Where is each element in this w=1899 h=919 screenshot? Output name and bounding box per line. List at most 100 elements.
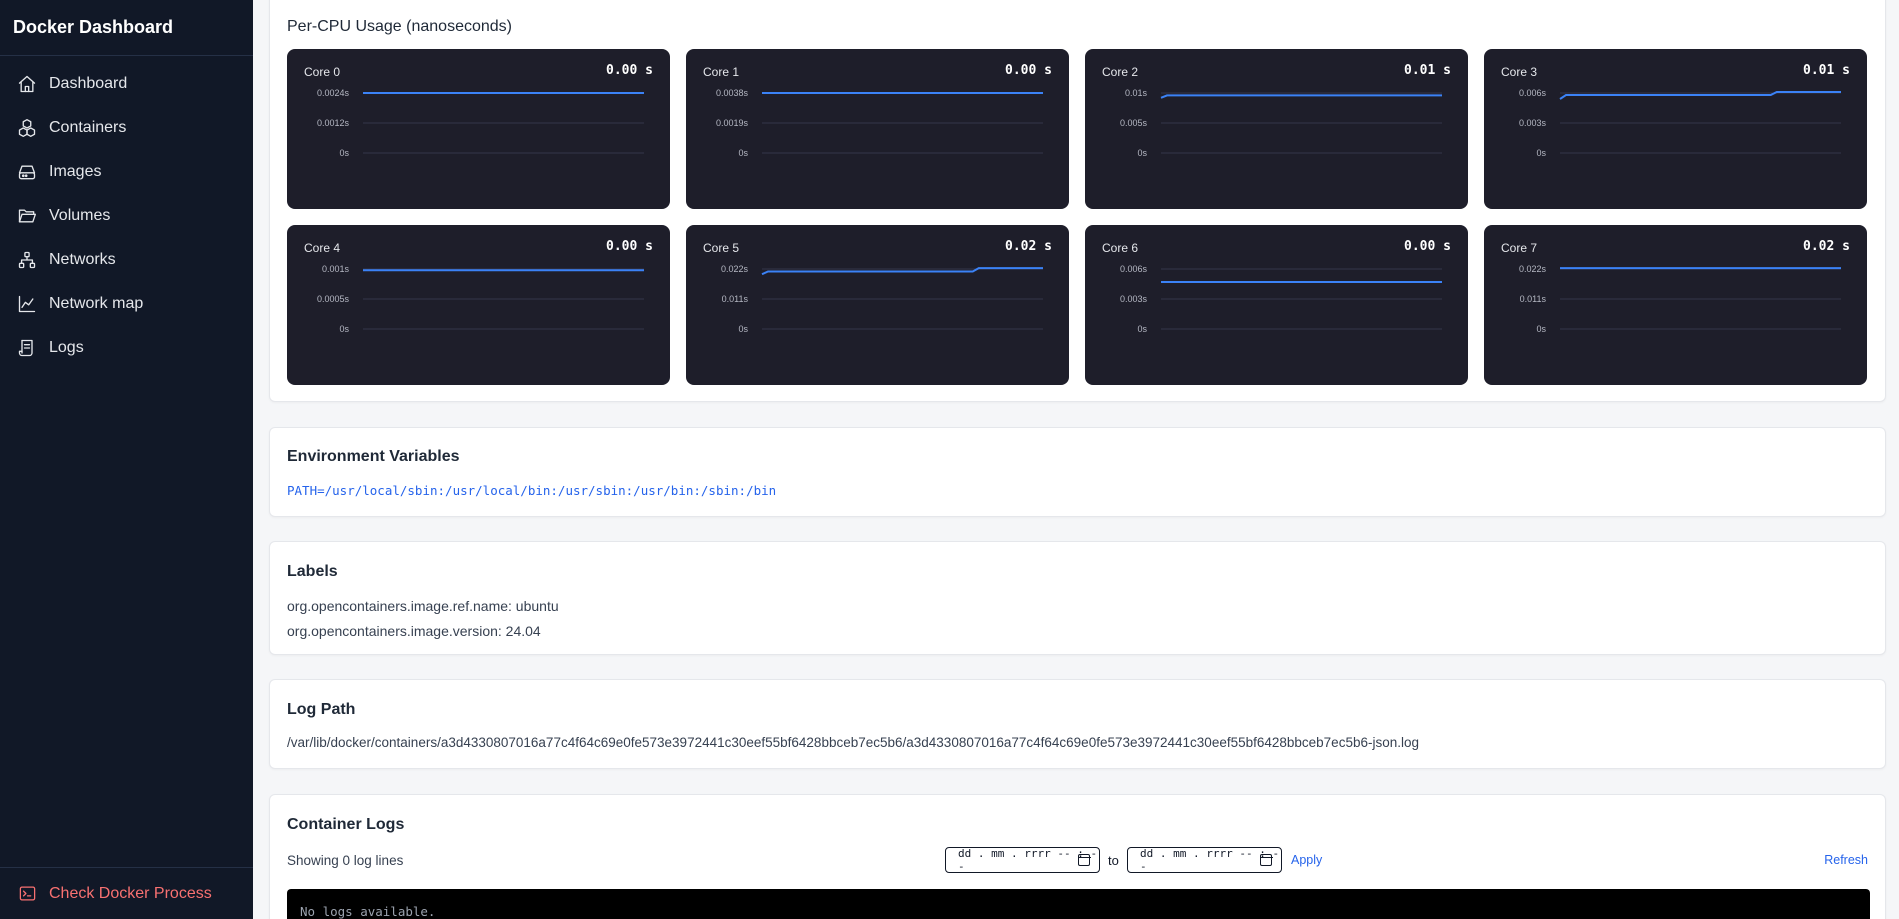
core-grid: Core 0 0.00 s 0.0024s 0.0012s 0s Core 1 0.00 s… xyxy=(287,49,1870,385)
y-tick-label: 0s xyxy=(738,148,748,158)
terminal-icon xyxy=(19,886,36,901)
core-panel: Core 7 0.02 s 0.022s 0.011s 0s xyxy=(1484,225,1867,385)
cpu-usage-title: Per-CPU Usage (nanoseconds) xyxy=(287,18,512,35)
label-item: org.opencontainers.image.version: 24.04 xyxy=(287,623,541,639)
sidebar-item-label: Logs xyxy=(49,339,84,356)
y-tick-label: 0.0005s xyxy=(317,294,350,304)
y-tick-label: 0s xyxy=(339,324,349,334)
core-panel: Core 6 0.00 s 0.006s 0.003s 0s xyxy=(1085,225,1468,385)
y-tick-label: 0s xyxy=(1137,148,1147,158)
y-tick-label: 0.0024s xyxy=(317,88,350,98)
y-tick-label: 0s xyxy=(1536,148,1546,158)
sidebar-item-networks[interactable]: Networks xyxy=(0,238,253,282)
date-range-separator: to xyxy=(1108,853,1119,868)
log-path-card: Log Path /var/lib/docker/containers/a3d4… xyxy=(269,679,1886,769)
sidebar-item-containers[interactable]: Containers xyxy=(0,106,253,150)
series-line xyxy=(1160,94,1442,99)
y-tick-label: 0.006s xyxy=(1120,264,1148,274)
container-logs-card: Container Logs Showing 0 log lines dd . … xyxy=(269,794,1886,919)
core-panel: Core 3 0.01 s 0.006s 0.003s 0s xyxy=(1484,49,1867,209)
drive-icon xyxy=(17,162,37,182)
refresh-button[interactable]: Refresh xyxy=(1824,853,1868,867)
y-tick-label: 0s xyxy=(1137,324,1147,334)
labels-card: Labels org.opencontainers.image.ref.name… xyxy=(269,541,1886,655)
home-icon xyxy=(17,74,37,94)
y-tick-label: 0.003s xyxy=(1120,294,1148,304)
y-tick-label: 0.011s xyxy=(722,294,749,304)
y-tick-label: 0.005s xyxy=(1120,118,1148,128)
calendar-icon[interactable] xyxy=(1259,854,1273,866)
core-panel: Core 2 0.01 s 0.01s 0.005s 0s xyxy=(1085,49,1468,209)
y-tick-label: 0.0019s xyxy=(716,118,749,128)
core-value: 0.02 s xyxy=(1803,239,1850,254)
container-logs-title: Container Logs xyxy=(287,816,405,833)
y-tick-label: 0.0038s xyxy=(716,88,749,98)
folder-icon xyxy=(17,206,37,226)
core-name: Core 2 xyxy=(1102,65,1139,79)
sidebar-item-label: Network map xyxy=(49,295,144,312)
app-title: Docker Dashboard xyxy=(0,0,253,56)
y-tick-label: 0s xyxy=(738,324,748,334)
apply-button[interactable]: Apply xyxy=(1291,853,1322,867)
scroll-icon xyxy=(17,338,37,358)
core-panel: Core 5 0.02 s 0.022s 0.011s 0s xyxy=(686,225,1069,385)
main-content: Per-CPU Usage (nanoseconds) Core 0 0.00 s… xyxy=(253,0,1899,919)
core-value: 0.01 s xyxy=(1803,63,1850,78)
core-value: 0.00 s xyxy=(1404,239,1451,254)
chart-icon xyxy=(17,294,37,314)
core-panel: Core 1 0.00 s 0.0038s 0.0019s 0s xyxy=(686,49,1069,209)
core-chart: 0.0038s 0.0019s 0s xyxy=(716,88,1043,158)
cpu-usage-card: Per-CPU Usage (nanoseconds) Core 0 0.00 s… xyxy=(269,0,1886,402)
y-tick-label: 0.022s xyxy=(721,264,749,274)
y-tick-label: 0.022s xyxy=(1519,264,1547,274)
core-name: Core 6 xyxy=(1102,241,1139,255)
core-panel: Core 0 0.00 s 0.0024s 0.0012s 0s xyxy=(287,49,670,209)
sidebar-item-logs[interactable]: Logs xyxy=(0,326,253,370)
check-docker-process-label: Check Docker Process xyxy=(49,884,212,902)
calendar-icon[interactable] xyxy=(1077,854,1091,866)
sidebar-item-volumes[interactable]: Volumes xyxy=(0,194,253,238)
sidebar-item-label: Networks xyxy=(49,251,116,268)
sidebar-item-images[interactable]: Images xyxy=(0,150,253,194)
sidebar-nav: Dashboard Containers Images Volumes Netw… xyxy=(0,56,253,370)
log-output: No logs available. xyxy=(287,889,1870,919)
y-tick-label: 0.011s xyxy=(1520,294,1547,304)
sidebar: Docker Dashboard Dashboard Containers Im… xyxy=(0,0,253,919)
y-tick-label: 0.001s xyxy=(322,264,350,274)
sidebar-item-label: Containers xyxy=(49,119,127,136)
sidebar-item-dashboard[interactable]: Dashboard xyxy=(0,62,253,106)
core-name: Core 4 xyxy=(304,241,341,255)
labels-title: Labels xyxy=(287,563,338,580)
core-value: 0.00 s xyxy=(606,239,653,254)
core-chart: 0.022s 0.011s 0s xyxy=(1519,264,1841,334)
to-date-input[interactable]: dd . mm . rrrr -- : -- xyxy=(1127,847,1282,873)
from-date-input[interactable]: dd . mm . rrrr -- : -- xyxy=(945,847,1100,873)
check-docker-process-button[interactable]: Check Docker Process xyxy=(0,867,253,919)
core-name: Core 5 xyxy=(703,241,740,255)
log-path-value: /var/lib/docker/containers/a3d4330807016… xyxy=(287,735,1419,750)
core-chart: 0.006s 0.003s 0s xyxy=(1120,264,1442,334)
sidebar-item-label: Volumes xyxy=(49,207,111,224)
y-tick-label: 0s xyxy=(1536,324,1546,334)
sidebar-item-label: Dashboard xyxy=(49,75,128,92)
y-tick-label: 0s xyxy=(339,148,349,158)
y-tick-label: 0.01s xyxy=(1125,88,1148,98)
core-value: 0.00 s xyxy=(1005,63,1052,78)
core-value: 0.02 s xyxy=(1005,239,1052,254)
core-name: Core 7 xyxy=(1501,241,1538,255)
core-chart: 0.001s 0.0005s 0s xyxy=(317,264,644,334)
y-tick-label: 0.006s xyxy=(1519,88,1547,98)
y-tick-label: 0.0012s xyxy=(317,118,350,128)
core-chart: 0.022s 0.011s 0s xyxy=(721,264,1043,334)
sidebar-item-network-map[interactable]: Network map xyxy=(0,282,253,326)
core-chart: 0.0024s 0.0012s 0s xyxy=(317,88,644,158)
environment-variables-title: Environment Variables xyxy=(287,448,460,465)
log-path-title: Log Path xyxy=(287,701,356,718)
core-name: Core 1 xyxy=(703,65,740,79)
core-name: Core 0 xyxy=(304,65,341,79)
label-item: org.opencontainers.image.ref.name: ubunt… xyxy=(287,598,559,614)
core-chart: 0.01s 0.005s 0s xyxy=(1120,88,1442,158)
core-value: 0.01 s xyxy=(1404,63,1451,78)
env-var-path: PATH=/usr/local/sbin:/usr/local/bin:/usr… xyxy=(287,483,777,498)
core-name: Core 3 xyxy=(1501,65,1538,79)
